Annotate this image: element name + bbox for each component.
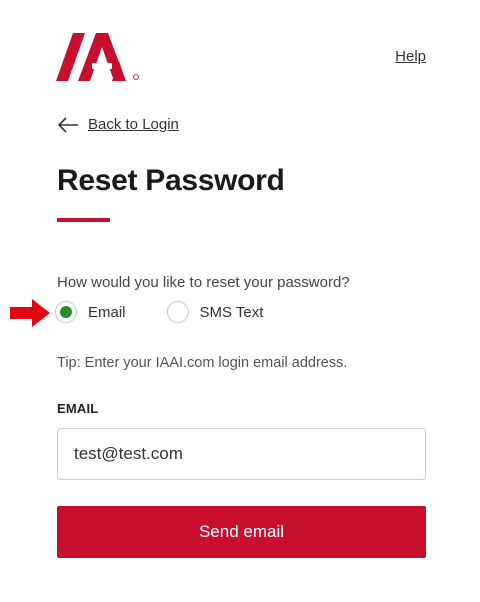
tip-text: Tip: Enter your IAAI.com login email add… [57,355,348,371]
title-underline [57,218,110,222]
reset-method-question: How would you like to reset your passwor… [57,274,350,291]
iaa-logo [56,33,140,81]
send-email-button[interactable]: Send email [57,506,426,558]
arrow-left-icon [57,116,78,133]
email-field-label: EMAIL [57,401,99,416]
iaa-logo-mark [56,33,139,81]
reset-method-radio-group: Email SMS Text [55,301,263,323]
radio-sms-label[interactable]: SMS Text [200,304,264,321]
radio-email[interactable] [55,301,77,323]
red-pointer-arrow-icon [10,299,50,327]
radio-option-email[interactable]: Email [55,301,126,323]
radio-selected-dot [60,306,72,318]
back-to-login[interactable]: Back to Login [57,116,179,133]
radio-email-label[interactable]: Email [88,304,126,321]
radio-sms[interactable] [166,301,189,323]
email-field[interactable] [57,428,426,480]
radio-option-sms[interactable]: SMS Text [166,301,264,323]
help-link[interactable]: Help [395,48,426,65]
page-title: Reset Password [57,164,285,197]
back-to-login-link[interactable]: Back to Login [88,116,179,133]
